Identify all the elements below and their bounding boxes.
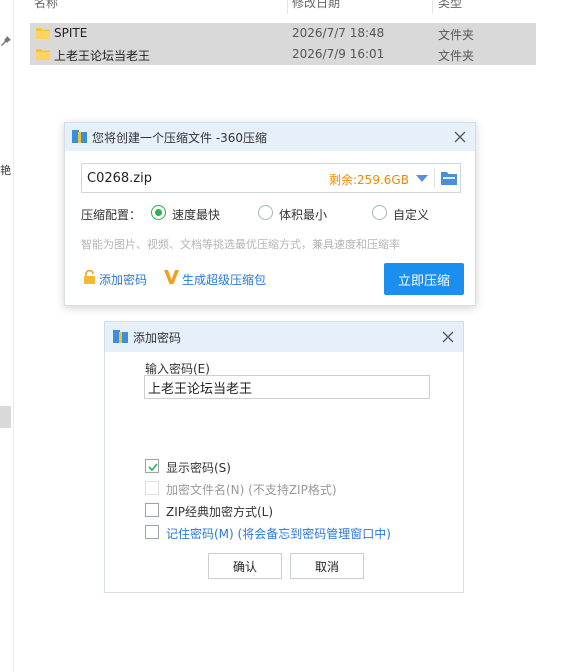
column-header-name[interactable]: 名称 — [34, 0, 58, 12]
confirm-button[interactable]: 确认 — [208, 553, 282, 579]
dialog-title: 您将创建一个压缩文件 -360压缩 — [92, 131, 268, 145]
free-space-label: 剩余:259.6GB — [329, 173, 409, 187]
checkbox-label: ZIP经典加密方式(L) — [166, 505, 274, 519]
file-modified: 2026/7/7 18:48 — [292, 26, 385, 40]
super-archive-text[interactable]: 生成超级压缩包 — [182, 271, 266, 288]
folder-icon — [36, 28, 50, 39]
folder-icon — [36, 49, 50, 60]
close-icon[interactable] — [454, 131, 466, 143]
file-name: 上老王论坛当老王 — [54, 49, 151, 63]
column-header-type[interactable]: 类型 — [438, 0, 462, 12]
checkbox-label: 显示密码(S) — [166, 461, 231, 475]
file-name: SPITE — [54, 26, 88, 40]
checkbox-box[interactable] — [145, 525, 159, 539]
radio-label: 速度最快 — [172, 208, 221, 222]
field-divider — [434, 168, 435, 188]
add-password-dialog: 添加密码 输入密码(E) 上老王论坛当老王 显示密码(S) 加密文件名(N) (… — [104, 321, 464, 593]
file-type: 文件夹 — [438, 49, 475, 63]
dialog-titlebar[interactable]: 添加密码 — [105, 322, 463, 352]
column-separator[interactable] — [432, 0, 433, 14]
file-row[interactable]: 上老王论坛当老王 2026/7/9 16:01 文件夹 — [30, 44, 536, 65]
password-input[interactable]: 上老王论坛当老王 — [144, 375, 430, 399]
column-header-modified[interactable]: 修改日期 — [292, 0, 340, 12]
nav-pane-scroll-marker — [0, 406, 11, 428]
archive-path-value[interactable]: C0268.zip — [87, 171, 152, 186]
radio-label: 体积最小 — [279, 208, 328, 222]
file-modified: 2026/7/9 16:01 — [292, 47, 385, 61]
dialog-title: 添加密码 — [133, 331, 182, 345]
add-password-text[interactable]: 添加密码 — [99, 271, 147, 288]
navigation-pane-strip: 艳 — [0, 0, 14, 672]
close-icon[interactable] — [442, 331, 454, 343]
archive-path-field[interactable]: C0268.zip 剩余:259.6GB — [81, 163, 461, 193]
vip-v-icon — [164, 270, 179, 284]
compression-hint: 智能为图片、视频、文档等挑选最优压缩方式，兼具速度和压缩率 — [81, 238, 400, 251]
checkbox-label: 加密文件名(N) (不支持ZIP格式) — [166, 483, 337, 497]
create-archive-dialog: 您将创建一个压缩文件 -360压缩 C0268.zip 剩余:259.6GB 压… — [64, 122, 476, 306]
checkbox-label: 记住密码(M) (将会备忘到密码管理窗口中) — [166, 527, 391, 541]
radio-circle[interactable] — [258, 205, 273, 220]
checkbox-box — [145, 481, 159, 495]
radio-circle[interactable] — [151, 205, 166, 220]
checkbox-box[interactable] — [145, 459, 159, 473]
compression-config-label: 压缩配置： — [81, 208, 142, 222]
nav-pane-partial-label: 艳 — [0, 164, 11, 177]
triangle-down-icon[interactable] — [416, 175, 428, 183]
360zip-app-icon — [72, 130, 87, 143]
checkmark-icon — [148, 463, 158, 472]
file-row[interactable]: SPITE 2026/7/7 18:48 文件夹 — [30, 23, 536, 44]
browse-folder-icon[interactable] — [441, 171, 457, 185]
dialog-titlebar[interactable]: 您将创建一个压缩文件 -360压缩 — [65, 123, 475, 151]
file-type: 文件夹 — [438, 28, 475, 42]
checkbox-box[interactable] — [145, 503, 159, 517]
lock-icon — [84, 270, 95, 284]
pin-icon[interactable] — [1, 36, 11, 46]
360zip-app-icon — [113, 330, 128, 343]
compress-now-button[interactable]: 立即压缩 — [384, 263, 464, 295]
radio-circle[interactable] — [372, 205, 387, 220]
radio-label: 自定义 — [393, 208, 430, 222]
column-separator[interactable] — [287, 0, 288, 14]
cancel-button[interactable]: 取消 — [290, 553, 364, 579]
